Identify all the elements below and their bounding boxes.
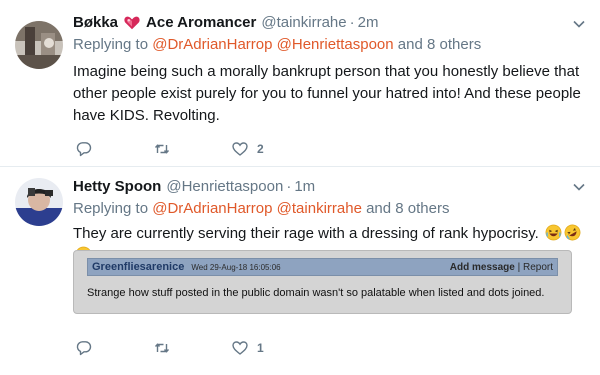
embed-add-message: Add message [449, 261, 515, 273]
embed-text: Strange how stuff posted in the public d… [87, 287, 545, 299]
mention-link[interactable]: @DrAdrianHarrop [152, 200, 272, 217]
embed-separator: | [517, 261, 521, 273]
avatar[interactable] [15, 178, 63, 226]
retweet-button[interactable] [154, 141, 232, 157]
like-button[interactable]: 2 [232, 141, 310, 157]
embed-header: Greenfliesarenice Wed 29-Aug-18 16:05:06… [87, 258, 558, 276]
tweet[interactable]: Bøkka Ace Aromancer @tainkirrahe · 2m Re… [0, 0, 600, 167]
handle[interactable]: @Henriettaspoon [166, 177, 283, 197]
like-icon [232, 142, 248, 156]
embed-report: Report [522, 261, 553, 273]
reply-icon [76, 341, 92, 356]
mention-link[interactable]: @Henriettaspoon [277, 36, 394, 53]
separator-dot: · [286, 178, 292, 195]
like-icon [232, 341, 248, 355]
mention-link[interactable]: @DrAdrianHarrop [152, 36, 272, 53]
others-link[interactable]: and 8 others [398, 36, 481, 53]
avatar[interactable] [15, 21, 63, 69]
heart-badge-icon [124, 16, 140, 30]
others-link[interactable]: and 8 others [366, 200, 449, 217]
caret-down-icon[interactable] [572, 180, 586, 194]
reply-button[interactable] [76, 141, 154, 157]
timestamp[interactable]: 1m [294, 177, 315, 197]
laughing-emoji [545, 224, 562, 241]
mention-link[interactable]: @tainkirrahe [277, 200, 362, 217]
timestamp[interactable]: 2m [358, 13, 379, 33]
badge-name: Ace Aromancer [146, 14, 257, 31]
tweet-text: They are currently serving their rage wi… [73, 225, 539, 242]
reply-icon [76, 142, 92, 157]
display-name[interactable]: Bøkka [73, 13, 118, 33]
like-button[interactable]: 1 [232, 340, 310, 356]
separator-dot: · [349, 14, 355, 31]
handle[interactable]: @tainkirrahe [261, 13, 346, 33]
reply-button[interactable] [76, 340, 154, 356]
replying-to: Replying to @DrAdrianHarrop @Henriettasp… [73, 36, 482, 53]
embed-actions: Add message | Report [450, 262, 553, 273]
retweet-icon [154, 144, 170, 154]
embedded-image[interactable]: Greenfliesarenice Wed 29-Aug-18 16:05:06… [73, 250, 572, 314]
retweet-button[interactable] [154, 340, 232, 356]
embed-date: Wed 29-Aug-18 16:05:06 [191, 262, 281, 272]
caret-down-icon[interactable] [572, 17, 586, 31]
like-count: 2 [257, 142, 264, 156]
retweet-icon [154, 343, 170, 353]
tweet-text: Imagine being such a morally bankrupt pe… [73, 63, 581, 124]
replying-to: Replying to @DrAdrianHarrop @tainkirrahe… [73, 200, 450, 217]
tweet[interactable]: Hetty Spoon @Henriettaspoon · 1m Replyin… [0, 168, 600, 375]
like-count: 1 [257, 341, 264, 355]
embed-username: Greenfliesarenice [92, 261, 185, 273]
rofl-emoji [564, 224, 581, 241]
display-name[interactable]: Hetty Spoon [73, 177, 161, 197]
